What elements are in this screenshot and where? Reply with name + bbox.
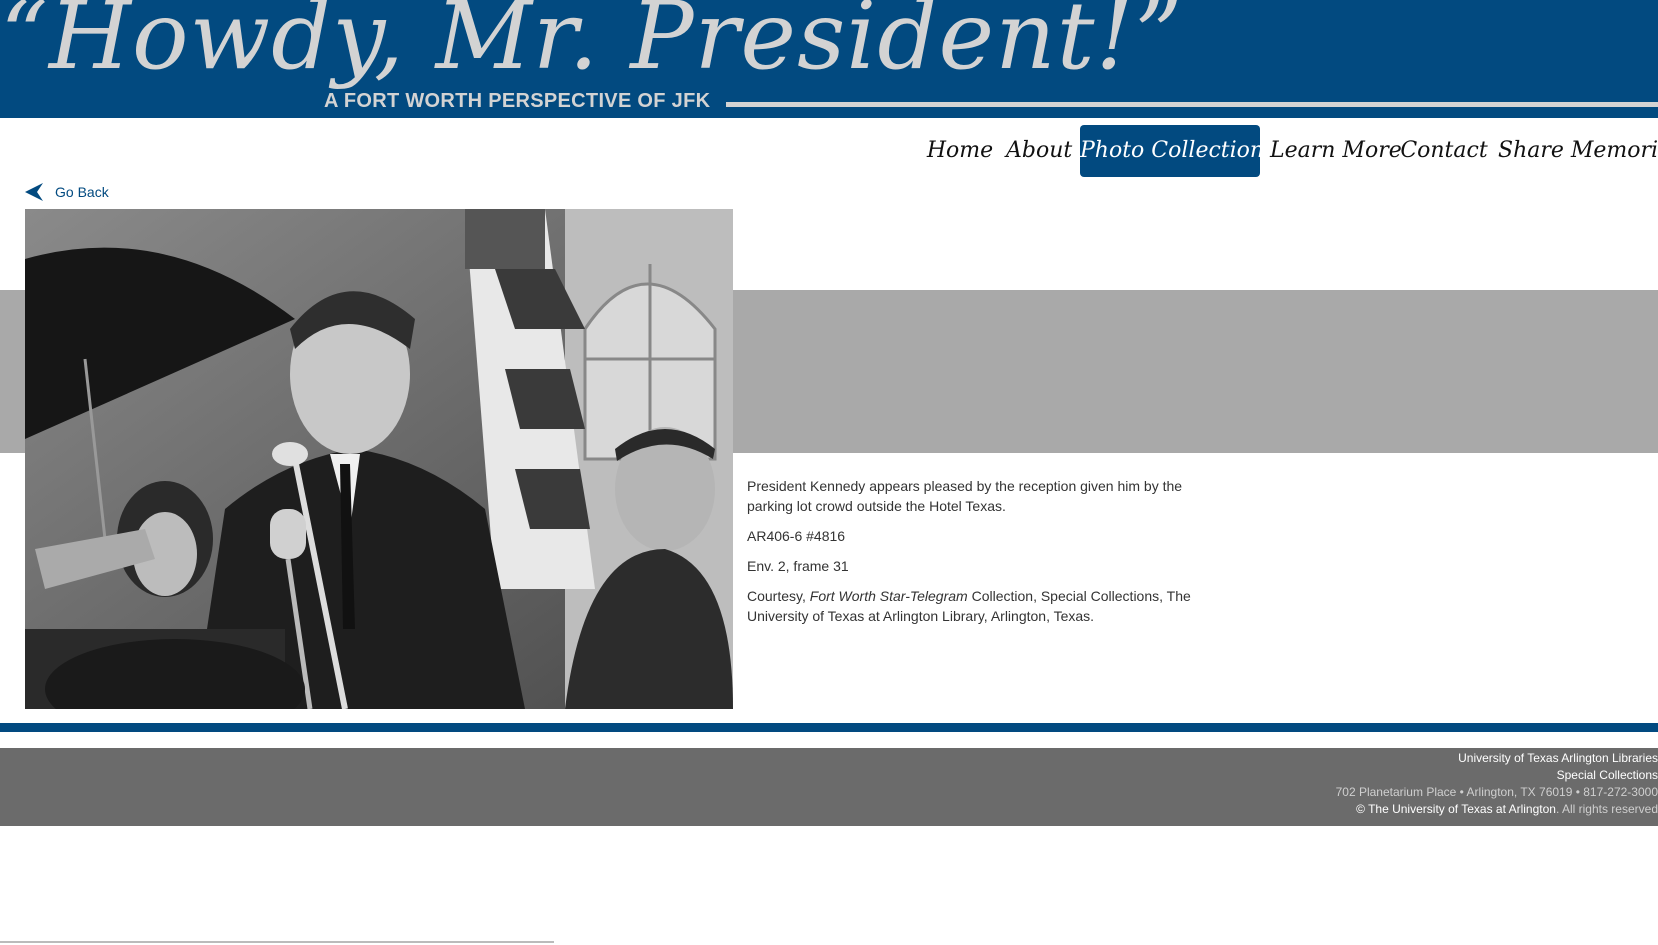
go-back-link[interactable]: Go Back xyxy=(25,182,109,202)
nav-item-label: Photo Collection xyxy=(1080,138,1265,163)
nav-item-label: Share Memories xyxy=(1498,138,1658,163)
page-bottom-rule xyxy=(0,941,554,943)
nav-item-label: Contact xyxy=(1400,138,1488,163)
courtesy-prefix: Courtesy, xyxy=(747,588,810,604)
site-header: “Howdy, Mr. President!” A FORT WORTH PER… xyxy=(0,0,1658,118)
site-footer: University of Texas Arlington Libraries … xyxy=(0,748,1658,826)
footer-library-name[interactable]: University of Texas Arlington Libraries xyxy=(1336,750,1658,767)
caption-courtesy: Courtesy, Fort Worth Star-Telegram Colle… xyxy=(747,586,1217,626)
nav-item-contact[interactable]: Contact xyxy=(1400,125,1488,177)
nav-item-learn-more[interactable]: Learn More xyxy=(1270,125,1402,177)
photo-caption: President Kennedy appears pleased by the… xyxy=(747,476,1217,636)
go-back-label: Go Back xyxy=(55,184,109,200)
nav-item-label: Home xyxy=(926,138,994,163)
nav-item-photo-collection[interactable]: Photo Collection ▼ xyxy=(1080,125,1278,177)
caption-id: AR406-6 #4816 xyxy=(747,528,846,544)
caption-frame: Env. 2, frame 31 xyxy=(747,558,849,574)
header-rule xyxy=(726,102,1658,107)
footer-blue-rule xyxy=(0,723,1658,732)
site-title[interactable]: “Howdy, Mr. President!” xyxy=(0,0,1183,91)
nav-item-label: About xyxy=(1006,138,1073,163)
site-subtitle: A FORT WORTH PERSPECTIVE OF JFK xyxy=(324,90,711,112)
caption-description: President Kennedy appears pleased by the… xyxy=(747,478,1183,514)
back-arrow-icon xyxy=(25,183,43,201)
footer-address: 702 Planetarium Place • Arlington, TX 76… xyxy=(1335,785,1658,799)
nav-item-about[interactable]: About xyxy=(1006,125,1072,177)
nav-item-label: Learn More xyxy=(1270,138,1402,163)
main-nav: Home About Photo Collection ▼ Learn More … xyxy=(0,125,1658,177)
footer-special-collections[interactable]: Special Collections xyxy=(1336,767,1658,784)
courtesy-collection: Fort Worth Star-Telegram xyxy=(809,588,968,604)
nav-item-share-memories[interactable]: Share Memories xyxy=(1498,125,1658,177)
footer-uta-link[interactable]: © The University of Texas at Arlington xyxy=(1356,802,1556,816)
nav-item-home[interactable]: Home xyxy=(924,125,996,177)
footer-rights: . All rights reserved xyxy=(1555,802,1658,816)
kennedy-photo xyxy=(25,209,733,709)
